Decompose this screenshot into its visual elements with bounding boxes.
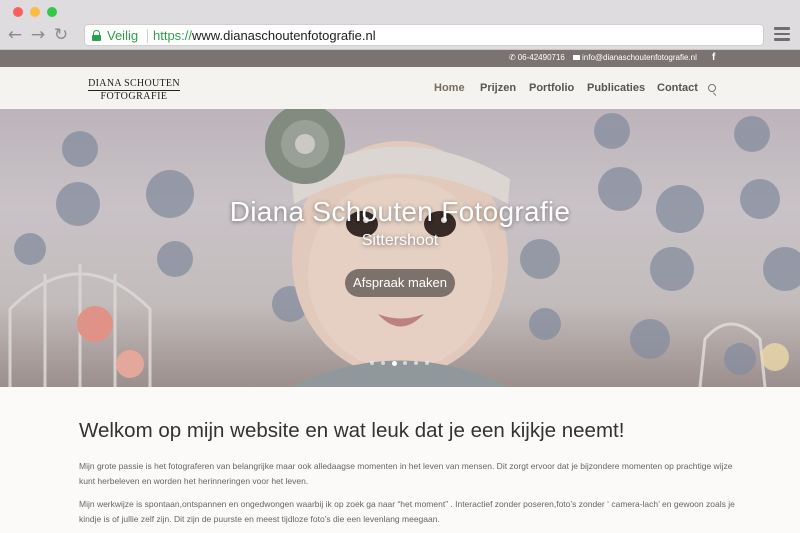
close-window-button[interactable] [13,7,23,17]
email-link[interactable]: info@dianaschoutenfotografie.nl [573,53,697,62]
phone-link[interactable]: ✆ 06-42490716 [509,53,565,62]
phone-icon: ✆ [509,53,516,62]
browser-titlebar [0,0,800,22]
slider-dot-4[interactable] [403,361,407,365]
lock-icon [92,30,101,41]
nav-prijzen[interactable]: Prijzen [480,82,516,94]
slider-dot-1[interactable] [370,361,374,365]
nav-publicaties[interactable]: Publicaties [587,82,645,94]
address-bar[interactable]: Veilig https://www.dianaschoutenfotograf… [84,24,764,46]
site-logo[interactable]: DIANA SCHOUTEN FOTOGRAFIE [88,78,180,102]
welcome-section: Welkom op mijn website en wat leuk dat j… [0,387,800,533]
nav-contact[interactable]: Contact [657,82,698,94]
slider-dot-5[interactable] [414,361,418,365]
intro-paragraph: Mijn grote passie is het fotograferen va… [79,461,733,486]
secure-label: Veilig [107,28,139,43]
logo-subtitle: FOTOGRAFIE [100,91,168,102]
facebook-icon[interactable]: f [712,52,715,63]
nav-home[interactable]: Home [434,82,465,94]
forward-arrow-icon[interactable]: → [29,25,47,45]
search-icon[interactable] [708,84,716,92]
nav-portfolio[interactable]: Portfolio [529,82,574,94]
site-header: DIANA SCHOUTEN FOTOGRAFIE Home Prijzen P… [0,67,800,109]
slider-dot-3[interactable] [392,360,397,366]
hero-slider: Diana Schouten Fotografie Sittershoot Af… [0,109,800,387]
hero-subtitle: Sittershoot [361,232,439,249]
minimize-window-button[interactable] [30,7,40,17]
slider-dot-6[interactable] [425,361,429,365]
welcome-heading: Welkom op mijn website en wat leuk dat j… [79,419,625,442]
url-scheme: https:// [153,28,193,43]
slider-dot-2[interactable] [381,361,385,365]
make-appointment-button[interactable]: Afspraak maken [345,269,455,297]
url-host: www.dianaschoutenfotografie.nl [192,28,376,43]
back-arrow-icon[interactable]: ← [6,25,24,45]
hero-title: Diana Schouten Fotografie [229,196,571,227]
hamburger-menu-icon[interactable] [774,27,790,41]
slider-dots [370,360,432,367]
logo-name: DIANA SCHOUTEN [88,78,180,89]
email-address: info@dianaschoutenfotografie.nl [582,53,697,62]
maximize-window-button[interactable] [47,7,57,17]
reload-icon[interactable]: ↻ [52,25,70,45]
url-text[interactable]: https://www.dianaschoutenfotografie.nl [153,28,376,43]
phone-number: 06-42490716 [517,53,565,62]
approach-paragraph: Mijn werkwijze is spontaan,ontspannen en… [79,499,735,524]
browser-toolbar: ← → ↻ Veilig https://www.dianaschoutenfo… [0,22,800,50]
contact-info-bar: ✆ 06-42490716 info@dianaschoutenfotografi… [0,50,800,67]
url-divider [147,29,148,43]
mail-icon [573,55,580,60]
